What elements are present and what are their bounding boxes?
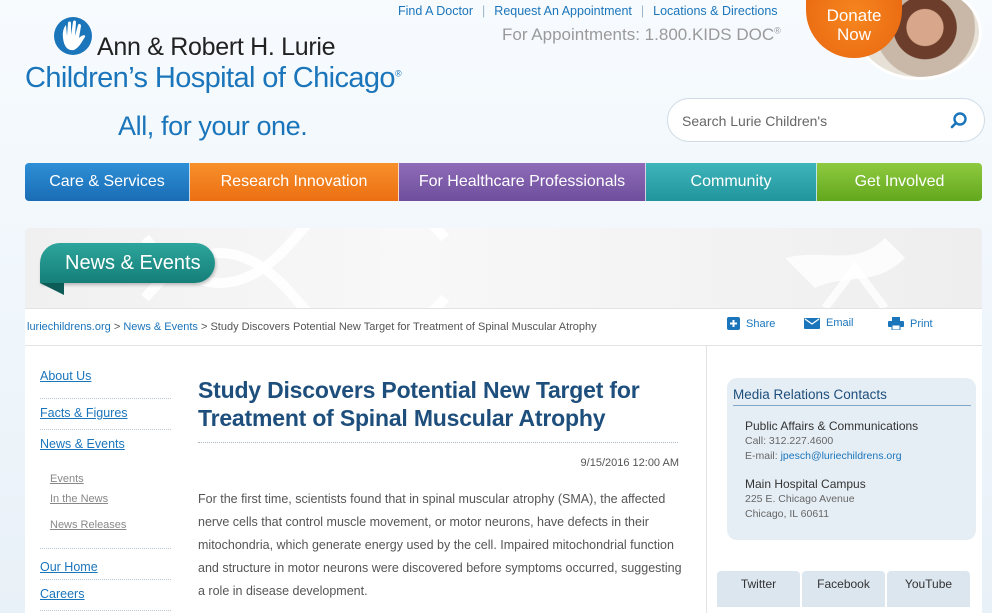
print-icon [888, 317, 904, 330]
facebook-tab[interactable]: Facebook [802, 571, 885, 607]
donate-now-label: Now [836, 25, 871, 44]
logo-line1: Ann & Robert H. Lurie [97, 33, 336, 61]
section-banner: News & Events [25, 228, 982, 308]
breadcrumb-separator: > [110, 321, 124, 333]
search-box [667, 98, 985, 142]
news-events-tab: News & Events [40, 243, 215, 283]
column-divider [706, 346, 707, 613]
link-separator: | [482, 4, 486, 18]
main-campus-heading: Main Hospital Campus [745, 477, 866, 491]
campus-address-line1: 225 E. Chicago Avenue [745, 493, 855, 505]
main-campus-contact: Main Hospital Campus 225 E. Chicago Aven… [745, 476, 866, 522]
hand-logo-icon [54, 17, 92, 55]
logo-registered-mark: ® [394, 68, 402, 79]
nav-research-innovation[interactable]: Research Innovation [190, 163, 399, 201]
email-label: Email [826, 317, 854, 329]
top-links: Find A Doctor | Request An Appointment | Loc… [398, 4, 778, 18]
logo-line2-text: Children’s Hospital of Chicago [25, 62, 396, 94]
breadcrumb-home-link[interactable]: luriechildrens.org [27, 321, 111, 333]
sidebar-item-careers[interactable]: Careers [40, 580, 171, 611]
media-relations-box: Media Relations Contacts Public Affairs … [727, 378, 976, 540]
print-label: Print [910, 317, 933, 330]
public-affairs-contact: Public Affairs & Communications Call: 31… [745, 418, 918, 464]
sidebar-item-about-us[interactable]: About Us [40, 368, 171, 399]
search-input[interactable] [682, 110, 932, 132]
twitter-tab[interactable]: Twitter [717, 571, 800, 607]
breadcrumb-separator: > [197, 321, 211, 333]
public-affairs-email-row: E-mail: jpesch@luriechildrens.org [745, 449, 918, 464]
sidebar-item-our-home[interactable]: Our Home [40, 549, 171, 580]
locations-link[interactable]: Locations & Directions [653, 4, 777, 18]
section-sidebar-nav: About Us Facts & Figures News & Events E… [40, 368, 171, 611]
media-relations-title: Media Relations Contacts [733, 387, 971, 406]
main-nav: Care & Services Research Innovation For … [25, 163, 982, 201]
sidebar-item-news-events[interactable]: News & Events [40, 430, 171, 461]
email-icon [804, 317, 820, 329]
article: Study Discovers Potential New Target for… [198, 376, 683, 603]
email-button[interactable]: Email [804, 317, 854, 329]
sidebar-item-facts-figures[interactable]: Facts & Figures [40, 399, 171, 430]
search-icon[interactable] [948, 110, 970, 132]
link-separator: | [640, 4, 645, 18]
sidebar-subitem-in-the-news[interactable]: In the News [40, 491, 171, 517]
breadcrumb-current: Study Discovers Potential New Target for… [210, 321, 597, 333]
find-doctor-link[interactable]: Find A Doctor [398, 4, 473, 18]
print-button[interactable]: Print [888, 317, 933, 330]
nav-healthcare-professionals[interactable]: For Healthcare Professionals [399, 163, 646, 201]
donate-label: Donate [826, 6, 882, 25]
appointments-phone: For Appointments: 1.800.KIDS DOC® [502, 25, 781, 45]
youtube-tab[interactable]: YouTube [887, 571, 970, 607]
public-affairs-phone: Call: 312.227.4600 [745, 435, 834, 447]
article-date: 9/15/2016 12:00 AM [580, 457, 679, 469]
campus-address-line2: Chicago, IL 60611 [745, 508, 830, 520]
appointments-registered-mark: ® [774, 25, 781, 36]
appointments-text: For Appointments: 1.800.KIDS DOC [502, 25, 775, 44]
breadcrumb-bar: luriechildrens.org > News & Events > Stu… [25, 308, 982, 346]
nav-community[interactable]: Community [646, 163, 817, 201]
request-appointment-link[interactable]: Request An Appointment [494, 4, 632, 18]
share-button[interactable]: Share [727, 317, 775, 330]
share-icon [727, 317, 740, 330]
public-affairs-email-link[interactable]: jpesch@luriechildrens.org [781, 450, 902, 462]
tagline: All, for your one. [118, 111, 308, 141]
content-panel: News & Events luriechildrens.org > News … [25, 228, 982, 613]
nav-get-involved[interactable]: Get Involved [817, 163, 982, 201]
share-label: Share [746, 317, 776, 330]
site-header: Ann & Robert H. Lurie Children’s Hospita… [0, 0, 992, 160]
nav-care-services[interactable]: Care & Services [25, 163, 190, 201]
logo-line2: Children’s Hospital of Chicago® [25, 62, 402, 95]
email-prefix: E-mail: [745, 450, 781, 462]
sidebar-subitem-news-releases[interactable]: News Releases [40, 517, 171, 549]
article-title: Study Discovers Potential New Target for… [198, 376, 678, 443]
public-affairs-heading: Public Affairs & Communications [745, 419, 919, 433]
article-body: For the first time, scientists found tha… [198, 492, 682, 598]
breadcrumb-section-link[interactable]: News & Events [123, 321, 198, 333]
breadcrumb: luriechildrens.org > News & Events > Stu… [27, 321, 597, 333]
sidebar-subitem-events[interactable]: Events [40, 461, 171, 491]
